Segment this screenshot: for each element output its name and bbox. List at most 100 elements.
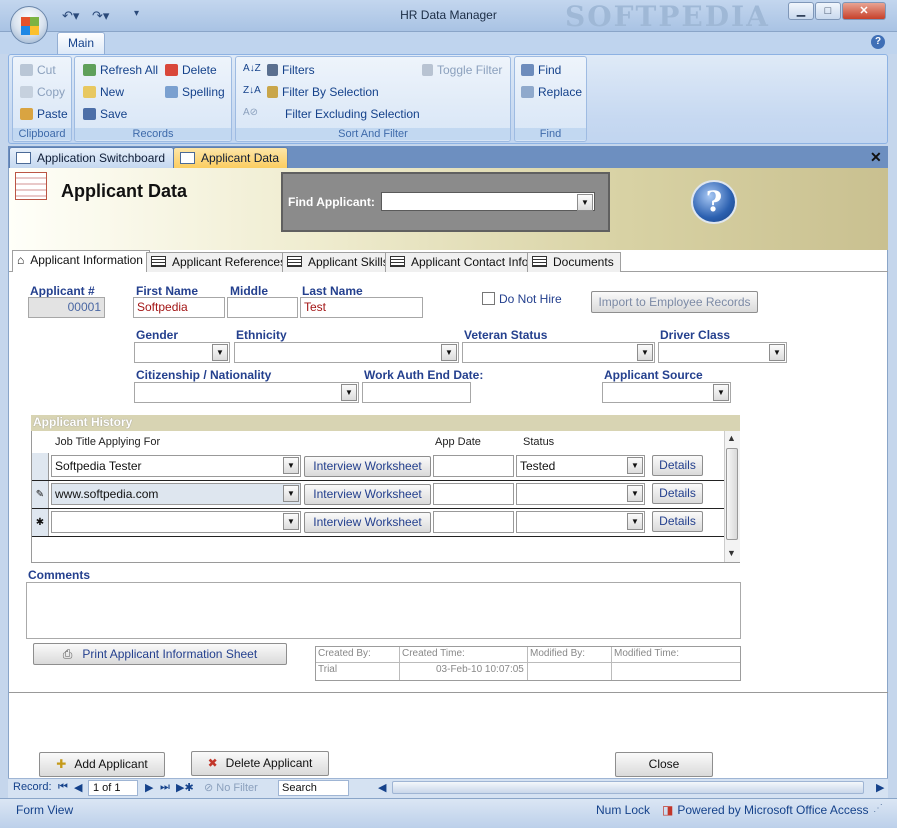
close-button[interactable]: Close	[615, 752, 713, 777]
new-record-button[interactable]: New	[83, 85, 124, 99]
customize-qat-icon[interactable]: ▾	[134, 8, 139, 19]
app-date-field[interactable]	[433, 483, 514, 505]
sort-ascending-icon[interactable]: A↓Z	[243, 63, 261, 74]
find-button[interactable]: Find	[521, 63, 561, 77]
job-title-combo[interactable]: ▼	[51, 511, 301, 533]
middle-name-field[interactable]	[227, 297, 298, 318]
close-window-button[interactable]: ✕	[842, 2, 886, 20]
save-button[interactable]: Save	[83, 107, 127, 121]
job-title-combo[interactable]: www.softpedia.com ▼	[51, 483, 301, 505]
dropdown-arrow-icon[interactable]: ▼	[713, 384, 729, 401]
row-selector[interactable]: ✎	[32, 481, 49, 508]
app-date-field[interactable]	[433, 455, 514, 477]
filter-excluding-button[interactable]: Filter Excluding Selection	[285, 107, 420, 121]
driver-class-combo[interactable]: ▼	[658, 342, 787, 363]
row-selector[interactable]	[32, 453, 49, 480]
app-date-field[interactable]	[433, 511, 514, 533]
help-icon[interactable]: ?	[691, 180, 737, 224]
tab-documents[interactable]: Documents	[527, 252, 621, 272]
scroll-right-icon[interactable]: ▶	[876, 781, 884, 794]
spelling-button[interactable]: Spelling	[165, 85, 225, 99]
interview-worksheet-button[interactable]: Interview Worksheet	[304, 484, 431, 505]
resize-grip-icon[interactable]: ⋰	[873, 803, 883, 814]
dropdown-arrow-icon[interactable]: ▼	[283, 513, 299, 530]
scroll-down-icon[interactable]: ▼	[727, 548, 736, 558]
tab-applicant-data[interactable]: Applicant Data	[173, 147, 289, 168]
filters-button[interactable]: Filters	[267, 63, 315, 77]
status-combo[interactable]: ▼	[516, 511, 645, 533]
dropdown-arrow-icon[interactable]: ▼	[212, 344, 228, 361]
dropdown-arrow-icon[interactable]: ▼	[283, 457, 299, 474]
current-record-field[interactable]: 1 of 1	[88, 780, 138, 796]
first-record-icon[interactable]: ⏮	[58, 781, 68, 794]
dropdown-arrow-icon[interactable]: ▼	[627, 485, 643, 502]
tab-main[interactable]: Main	[57, 32, 105, 55]
applicant-source-combo[interactable]: ▼	[602, 382, 731, 403]
dropdown-arrow-icon[interactable]: ▼	[769, 344, 785, 361]
redo-icon[interactable]: ↷▾	[92, 8, 109, 24]
tab-application-switchboard[interactable]: Application Switchboard	[9, 147, 175, 168]
find-applicant-combo[interactable]: ▼	[381, 192, 595, 211]
dropdown-arrow-icon[interactable]: ▼	[283, 485, 299, 502]
dropdown-arrow-icon[interactable]: ▼	[637, 344, 653, 361]
details-button[interactable]: Details	[652, 455, 703, 476]
dropdown-arrow-icon[interactable]: ▼	[577, 194, 593, 211]
dropdown-arrow-icon[interactable]: ▼	[627, 513, 643, 530]
horizontal-scrollbar-thumb[interactable]	[392, 781, 864, 794]
tab-applicant-skills[interactable]: Applicant Skills	[282, 252, 396, 272]
veteran-status-combo[interactable]: ▼	[462, 342, 655, 363]
interview-worksheet-button[interactable]: Interview Worksheet	[304, 456, 431, 477]
status-combo[interactable]: ▼	[516, 483, 645, 505]
tab-applicant-contact-info[interactable]: Applicant Contact Info	[385, 252, 536, 272]
scroll-up-icon[interactable]: ▲	[727, 433, 736, 443]
search-input[interactable]: Search	[278, 780, 349, 796]
dropdown-arrow-icon[interactable]: ▼	[627, 457, 643, 474]
last-name-field[interactable]: Test	[300, 297, 423, 318]
details-button[interactable]: Details	[652, 483, 703, 504]
refresh-all-button[interactable]: Refresh All	[83, 63, 158, 77]
toggle-filter-button[interactable]: Toggle Filter	[422, 63, 502, 77]
scrollbar-thumb[interactable]	[726, 448, 738, 540]
citizenship-combo[interactable]: ▼	[134, 382, 359, 403]
new-record-icon[interactable]: ▶✱	[176, 781, 194, 794]
paste-button[interactable]: Paste	[20, 107, 68, 121]
paste-icon	[20, 108, 33, 120]
print-info-sheet-button[interactable]: ⎙ Print Applicant Information Sheet	[33, 643, 287, 665]
first-name-field[interactable]: Softpedia	[133, 297, 225, 318]
add-applicant-button[interactable]: ✚ Add Applicant	[39, 752, 165, 777]
dropdown-arrow-icon[interactable]: ▼	[441, 344, 457, 361]
filter-by-selection-button[interactable]: Filter By Selection	[267, 85, 379, 99]
last-record-icon[interactable]: ⏭	[160, 781, 170, 794]
interview-worksheet-button[interactable]: Interview Worksheet	[304, 512, 431, 533]
tab-applicant-references[interactable]: Applicant References	[146, 252, 294, 272]
replace-button[interactable]: Replace	[521, 85, 582, 99]
row-selector[interactable]: ✱	[32, 509, 49, 536]
comments-field[interactable]	[26, 582, 741, 639]
close-document-icon[interactable]: ✕	[870, 149, 882, 166]
work-auth-field[interactable]	[362, 382, 471, 403]
clear-sort-icon[interactable]: A⊘	[243, 107, 258, 118]
job-title-combo[interactable]: Softpedia Tester ▼	[51, 455, 301, 477]
delete-applicant-button[interactable]: ✖ Delete Applicant	[191, 751, 329, 776]
sort-descending-icon[interactable]: Z↓A	[243, 85, 261, 96]
import-to-employee-button[interactable]: Import to Employee Records	[591, 291, 758, 313]
undo-icon[interactable]: ↶▾	[62, 8, 79, 24]
office-button[interactable]	[10, 6, 48, 44]
gender-combo[interactable]: ▼	[134, 342, 230, 363]
do-not-hire-checkbox[interactable]	[482, 292, 495, 305]
tab-applicant-information[interactable]: ⌂ Applicant Information	[12, 250, 150, 272]
help-icon[interactable]: ?	[871, 35, 885, 49]
next-record-icon[interactable]: ▶	[145, 781, 153, 794]
scroll-left-icon[interactable]: ◀	[378, 781, 386, 794]
previous-record-icon[interactable]: ◀	[74, 781, 82, 794]
dropdown-arrow-icon[interactable]: ▼	[341, 384, 357, 401]
maximize-button[interactable]: □	[815, 2, 841, 20]
no-filter-indicator[interactable]: ⊘ No Filter	[204, 781, 258, 794]
delete-button[interactable]: Delete	[165, 63, 217, 77]
minimize-button[interactable]: ▁	[788, 2, 814, 20]
details-button[interactable]: Details	[652, 511, 703, 532]
cut-button[interactable]: Cut	[20, 63, 56, 77]
ethnicity-combo[interactable]: ▼	[234, 342, 459, 363]
status-combo[interactable]: Tested ▼	[516, 455, 645, 477]
copy-button[interactable]: Copy	[20, 85, 65, 99]
